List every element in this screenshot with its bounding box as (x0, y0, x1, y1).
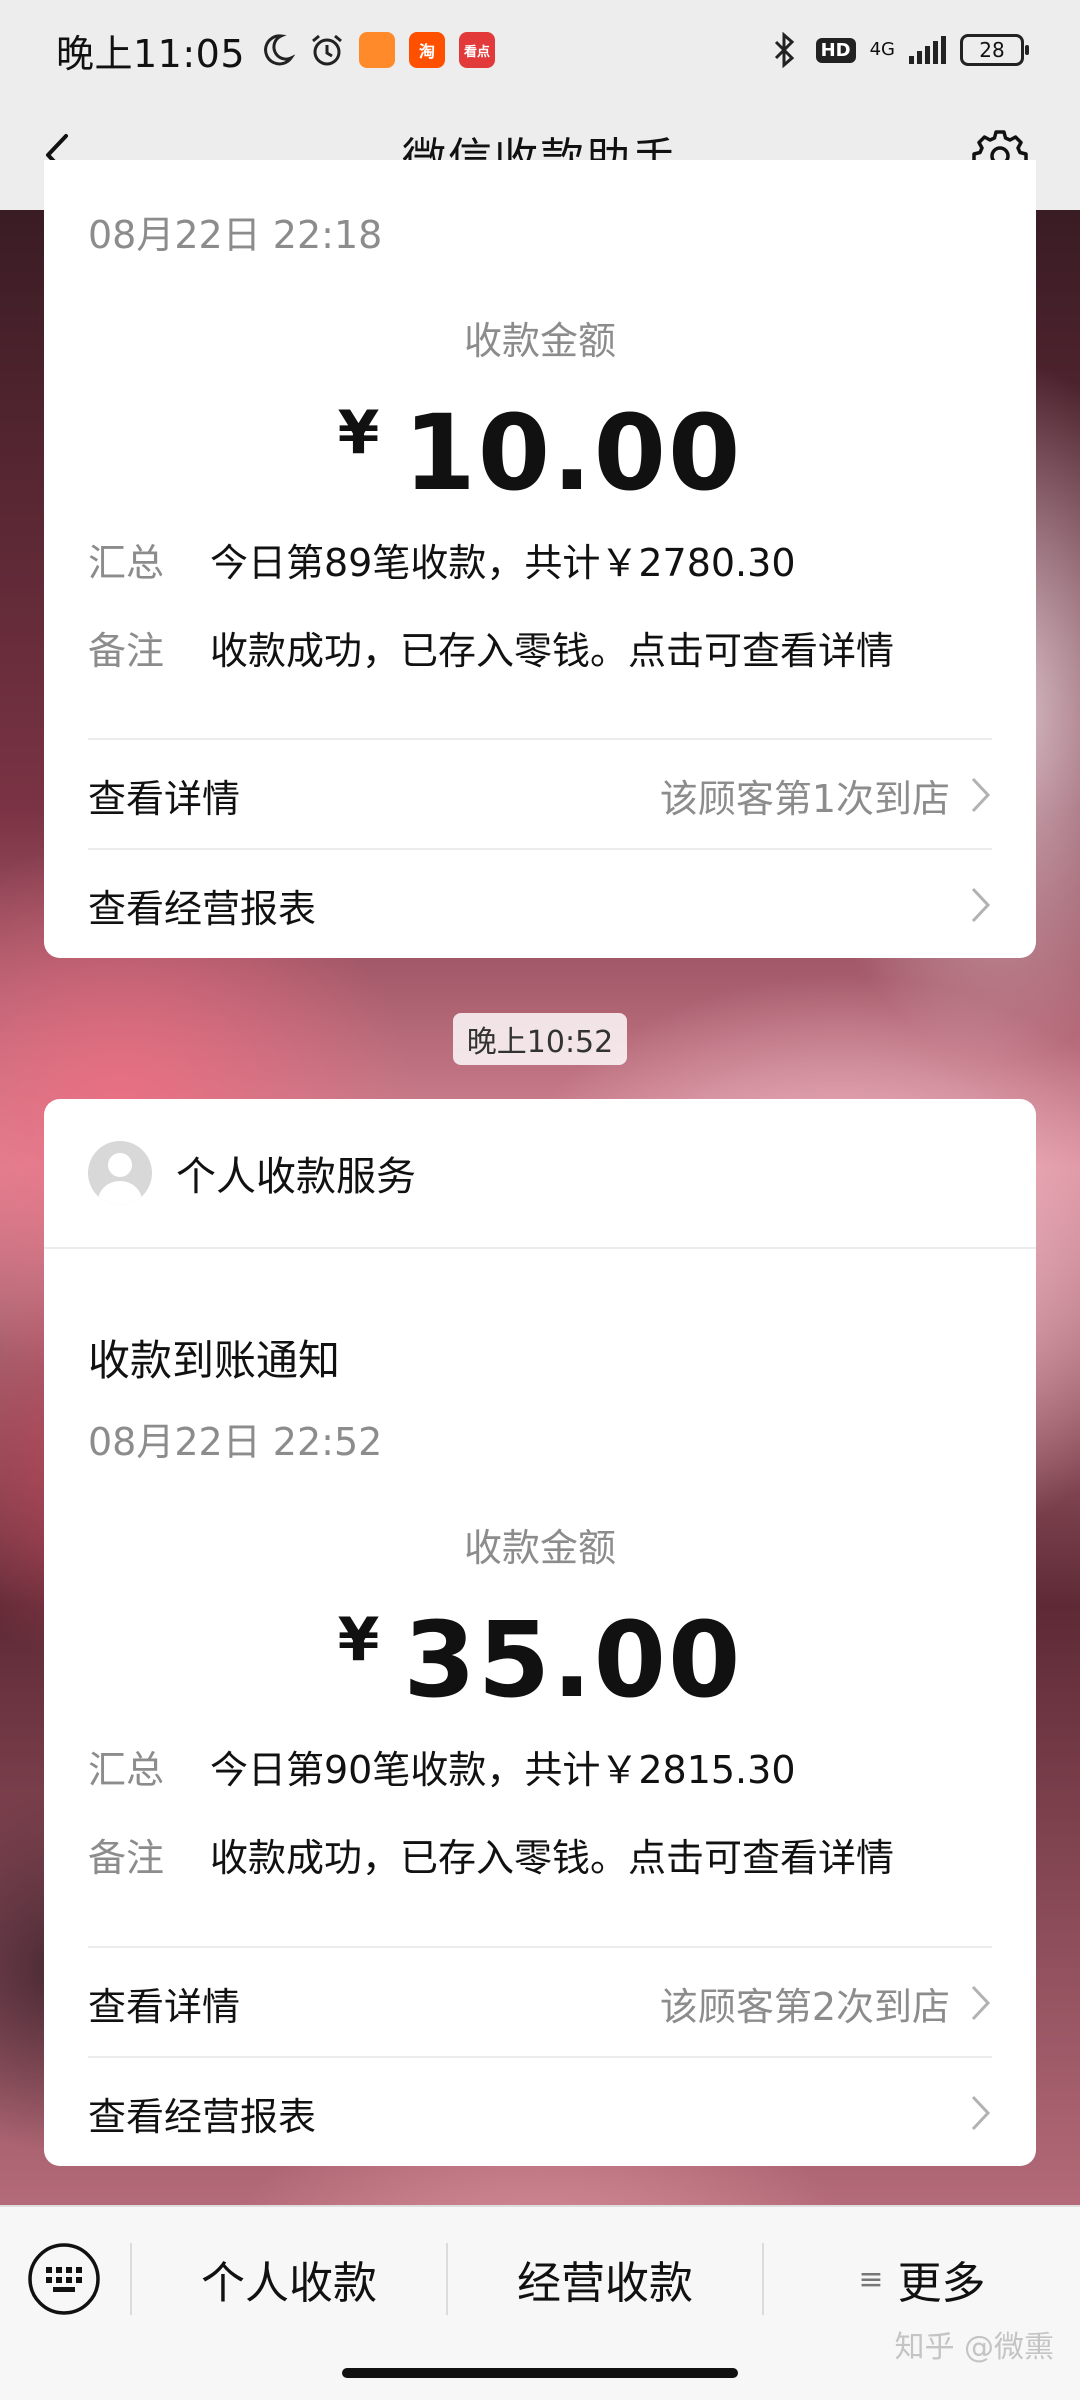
battery-icon: 28 (960, 34, 1029, 66)
payment-amount: ¥10.00 (44, 392, 1036, 514)
remark-value: 收款成功，已存入零钱。点击可查看详情 (210, 629, 895, 673)
amount-value: 35.00 (403, 1599, 743, 1721)
chevron-right-icon (971, 1985, 991, 2021)
taobao-app-icon: 淘 (409, 32, 446, 68)
summary-value: 今日第90笔收款，共计￥2815.30 (210, 1748, 796, 1792)
summary-key: 汇总 (88, 1748, 165, 1792)
payment-notice-card[interactable]: 08月22日 22:18 收款金额 ¥10.00 汇总 今日第89笔收款，共计￥… (44, 160, 1036, 958)
signal-icon (909, 36, 946, 64)
menu-more[interactable]: ≡ 更多 (764, 2227, 1080, 2331)
view-details-label: 查看详情 (88, 776, 241, 821)
business-report-row[interactable]: 查看经营报表 (44, 2058, 1036, 2166)
status-time: 晚上11:05 (56, 31, 246, 76)
remark-key: 备注 (88, 629, 165, 673)
notice-title: 收款到账通知 (88, 1336, 341, 1385)
keyboard-icon[interactable] (26, 2241, 102, 2317)
business-report-row[interactable]: 查看经营报表 (44, 850, 1036, 958)
menu-personal-payment[interactable]: 个人收款 (132, 2227, 446, 2331)
amount-label: 收款金额 (463, 1526, 616, 1570)
service-account-header[interactable]: 个人收款服务 (44, 1099, 1036, 1249)
currency-symbol: ¥ (337, 398, 382, 468)
chevron-right-icon (971, 777, 991, 813)
network-indicator: 4G (870, 40, 895, 60)
avatar (88, 1141, 152, 1205)
kandian-app-icon: 看点 (459, 32, 496, 68)
view-details-label: 查看详情 (88, 1984, 241, 2029)
hd-icon: HD (815, 37, 856, 63)
status-bar: 晚上11:05 淘 看点 HD 4G 28 (0, 0, 1080, 100)
payment-amount: ¥35.00 (44, 1599, 1036, 1721)
alarm-icon (312, 34, 342, 66)
business-report-label: 查看经营报表 (88, 2094, 317, 2139)
payment-notice-card[interactable]: 个人收款服务 收款到账通知 08月22日 22:52 收款金额 ¥35.00 汇… (44, 1099, 1036, 2166)
summary-row: 汇总 今日第89笔收款，共计￥2780.30 (88, 532, 796, 587)
menu-list-icon: ≡ (858, 2261, 884, 2297)
amount-label: 收款金额 (463, 319, 616, 363)
moon-icon (264, 34, 296, 66)
chevron-right-icon (971, 2095, 991, 2131)
service-name: 个人收款服务 (176, 1154, 416, 1200)
remark-value: 收款成功，已存入零钱。点击可查看详情 (210, 1836, 895, 1880)
customer-visit-note: 该顾客第1次到店 (659, 776, 950, 821)
bluetooth-icon (774, 32, 794, 68)
remark-row: 备注 收款成功，已存入零钱。点击可查看详情 (88, 1827, 894, 1882)
chevron-right-icon (971, 887, 991, 923)
view-details-row[interactable]: 查看详情 该顾客第1次到店 (44, 740, 1036, 850)
business-report-label: 查看经营报表 (88, 886, 317, 931)
summary-row: 汇总 今日第90笔收款，共计￥2815.30 (88, 1739, 796, 1794)
menu-business-payment[interactable]: 经营收款 (448, 2227, 762, 2331)
watermark-text: 知乎 @微熏 (894, 2330, 1054, 2365)
amount-value: 10.00 (403, 392, 743, 514)
summary-value: 今日第89笔收款，共计￥2780.30 (210, 541, 796, 585)
view-details-row[interactable]: 查看详情 该顾客第2次到店 (44, 1948, 1036, 2058)
shopping-app-icon (359, 32, 396, 68)
remark-key: 备注 (88, 1836, 165, 1880)
message-time-stamp: 晚上10:52 (453, 1013, 627, 1065)
notice-date: 08月22日 22:52 (88, 1420, 383, 1464)
notice-date: 08月22日 22:18 (88, 213, 383, 257)
battery-level: 28 (979, 38, 1005, 62)
customer-visit-note: 该顾客第2次到店 (659, 1984, 950, 2029)
network-type: 4G (869, 39, 895, 60)
home-indicator[interactable] (342, 2368, 738, 2378)
summary-key: 汇总 (88, 541, 165, 585)
currency-symbol: ¥ (337, 1605, 382, 1675)
remark-row: 备注 收款成功，已存入零钱。点击可查看详情 (88, 620, 894, 675)
menu-more-label: 更多 (897, 2258, 986, 2309)
